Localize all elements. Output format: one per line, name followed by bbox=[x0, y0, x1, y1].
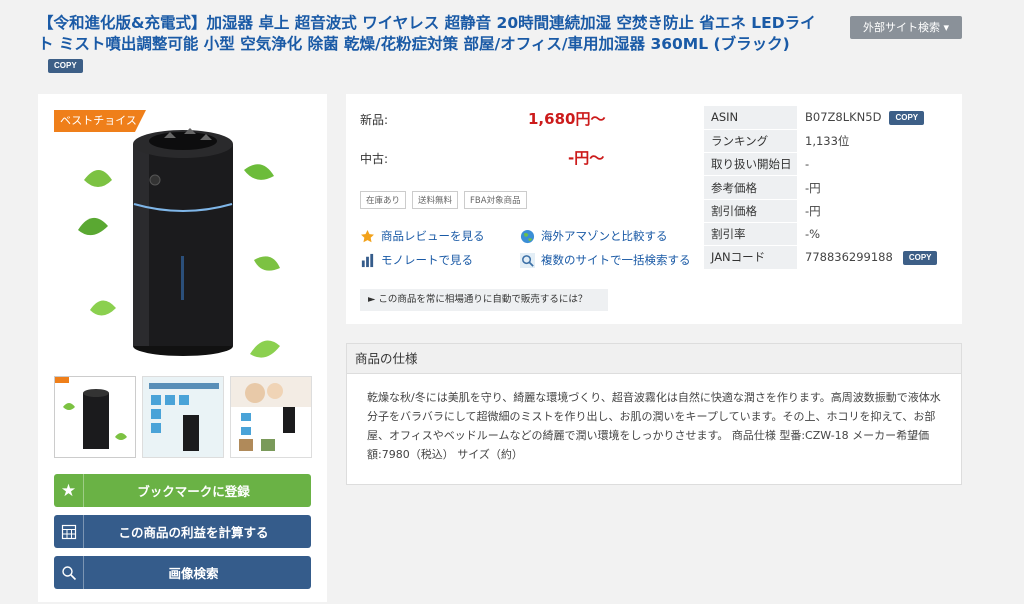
info-value: -円 bbox=[805, 203, 821, 218]
info-value: -円 bbox=[805, 180, 821, 195]
table-row: 参考価格 -円 bbox=[704, 175, 949, 200]
used-price-value: -円〜 bbox=[568, 149, 605, 167]
table-row: JANコード 778836299188 COPY bbox=[704, 245, 949, 270]
info-key: 割引価格 bbox=[704, 199, 797, 223]
spec-panel: 商品の仕様 乾燥な秋/冬には美肌を守り、綺麗な環境づくり、超音波霧化は自然に快適… bbox=[346, 343, 962, 485]
profit-calc-button[interactable]: この商品の利益を計算する bbox=[54, 515, 311, 548]
thumbnail-2[interactable] bbox=[142, 376, 224, 458]
globe-icon bbox=[520, 229, 535, 243]
info-value: 778836299188 bbox=[805, 250, 893, 265]
price-info-panel: 新品: 1,680円〜 中古: -円〜 在庫あり 送料無料 FBA対象商品 商品… bbox=[346, 94, 962, 324]
used-price-label: 中古: bbox=[360, 152, 389, 166]
monorate-link[interactable]: モノレートで見る bbox=[360, 252, 473, 268]
thumbnail-list bbox=[54, 376, 312, 458]
image-search-label: 画像検索 bbox=[168, 566, 219, 581]
profit-calc-label: この商品の利益を計算する bbox=[118, 525, 269, 540]
status-tags: 在庫あり 送料無料 FBA対象商品 bbox=[360, 191, 527, 209]
external-search-dropdown[interactable]: 外部サイト検索 ▾ bbox=[850, 16, 962, 39]
thumbnail-1-image bbox=[55, 377, 127, 449]
copy-title-button[interactable]: COPY bbox=[48, 58, 83, 73]
info-key: JANコード bbox=[704, 245, 797, 270]
info-key: 割引率 bbox=[704, 222, 797, 247]
product-info-table: ASIN B07Z8LKN5D COPY ランキング 1,133位 取り扱い開始日… bbox=[704, 106, 949, 270]
star-icon bbox=[361, 229, 374, 242]
thumbnail-3-image bbox=[231, 377, 311, 451]
table-row: 割引価格 -円 bbox=[704, 199, 949, 223]
image-search-button[interactable]: 画像検索 bbox=[54, 556, 311, 589]
thumbnail-3[interactable] bbox=[230, 376, 312, 458]
best-choice-ribbon: ベストチョイス bbox=[54, 110, 146, 132]
thumbnail-1[interactable] bbox=[54, 376, 136, 458]
multi-site-search-label: 複数のサイトで一括検索する bbox=[541, 253, 691, 267]
info-key: ランキング bbox=[704, 129, 797, 154]
info-key: 参考価格 bbox=[704, 175, 797, 200]
product-title: 【令和進化版&充電式】加湿器 卓上 超音波式 ワイヤレス 超静音 20時間連続加… bbox=[38, 13, 818, 76]
calculator-icon bbox=[54, 515, 84, 548]
new-price-label: 新品: bbox=[360, 113, 389, 127]
tag-fba: FBA対象商品 bbox=[464, 191, 527, 209]
thumbnail-2-image bbox=[143, 377, 223, 457]
table-row: 取り扱い開始日 - bbox=[704, 152, 949, 177]
spec-heading: 商品の仕様 bbox=[347, 344, 961, 374]
table-row: ランキング 1,133位 bbox=[704, 129, 949, 154]
review-link-label: 商品レビューを見る bbox=[381, 229, 485, 243]
magnifier-icon bbox=[520, 252, 535, 268]
bookmark-label: ブックマークに登録 bbox=[137, 484, 250, 499]
jan-cell: 778836299188 COPY bbox=[797, 246, 949, 269]
review-link[interactable]: 商品レビューを見る bbox=[360, 228, 485, 244]
overseas-amazon-link[interactable]: 海外アマゾンと比較する bbox=[520, 228, 668, 244]
tag-free-shipping: 送料無料 bbox=[412, 191, 459, 209]
search-icon bbox=[54, 556, 84, 589]
overseas-amazon-label: 海外アマゾンと比較する bbox=[541, 229, 668, 243]
product-image-panel: ベストチョイス ★ ブックマークに登録 この商品の利益を計算する 画像検索 bbox=[38, 94, 327, 602]
star-icon: ★ bbox=[54, 474, 84, 507]
asin-cell: B07Z8LKN5D COPY bbox=[797, 106, 949, 129]
bookmark-button[interactable]: ★ ブックマークに登録 bbox=[54, 474, 311, 507]
info-value: - bbox=[805, 157, 810, 172]
tag-in-stock: 在庫あり bbox=[360, 191, 407, 209]
auto-sell-help-link[interactable]: ► この商品を常に相場通りに自動で販売するには？ bbox=[360, 289, 608, 311]
info-value: B07Z8LKN5D bbox=[805, 110, 882, 125]
copy-asin-button[interactable]: COPY bbox=[889, 110, 925, 125]
product-title-text: 【令和進化版&充電式】加湿器 卓上 超音波式 ワイヤレス 超静音 20時間連続加… bbox=[38, 14, 816, 53]
copy-jan-button[interactable]: COPY bbox=[902, 250, 938, 265]
new-price-value: 1,680円〜 bbox=[528, 110, 606, 128]
multi-site-search-link[interactable]: 複数のサイトで一括検索する bbox=[520, 252, 691, 268]
spec-body: 乾燥な秋/冬には美肌を守り、綺麗な環境づくり、超音波霧化は自然に快適な潤さを作り… bbox=[367, 391, 941, 461]
info-key: 取り扱い開始日 bbox=[704, 152, 797, 177]
info-key: ASIN bbox=[704, 106, 797, 130]
info-value: -% bbox=[805, 227, 821, 242]
monorate-label: モノレートで見る bbox=[381, 253, 473, 267]
bar-chart-icon bbox=[361, 253, 374, 267]
table-row: 割引率 -% bbox=[704, 222, 949, 247]
table-row: ASIN B07Z8LKN5D COPY bbox=[704, 106, 949, 130]
product-main-image[interactable] bbox=[54, 110, 312, 372]
info-value: 1,133位 bbox=[805, 133, 850, 148]
